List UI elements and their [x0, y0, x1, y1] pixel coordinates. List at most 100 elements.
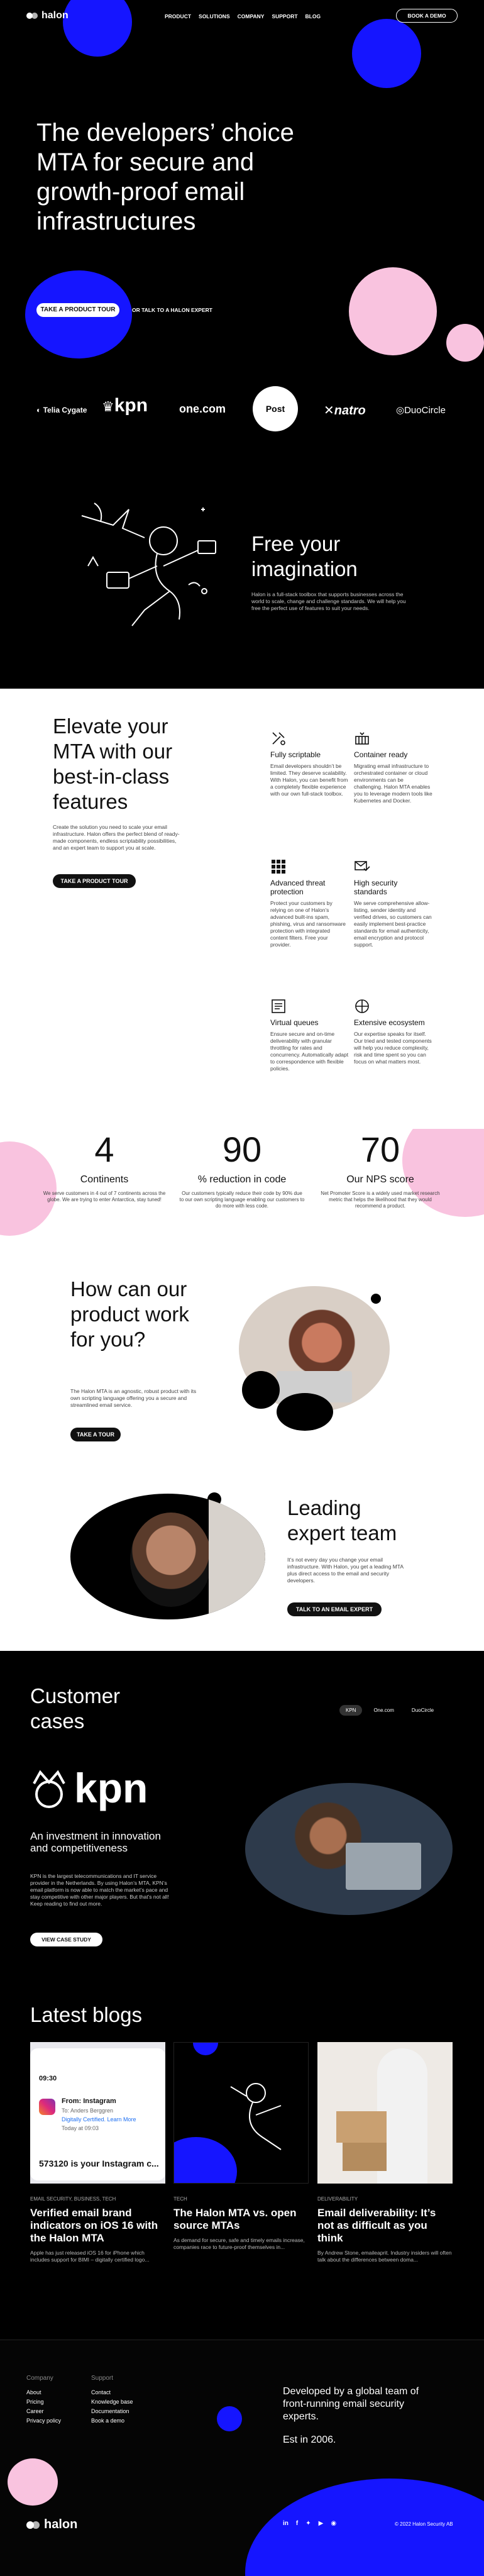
- box-shape: [336, 2111, 387, 2143]
- man-photo: [70, 1494, 265, 1619]
- mail-to: To: Anders Berggren: [62, 2107, 114, 2114]
- mail-date: Today at 09:03: [62, 2125, 99, 2131]
- mail-from: From: Instagram: [62, 2097, 116, 2105]
- footer-link-contact[interactable]: Contact: [91, 2388, 133, 2397]
- facebook-icon[interactable]: f: [296, 2520, 298, 2527]
- tab-onecom[interactable]: One.com: [367, 1705, 400, 1716]
- feature-desc: Ensure secure and on-time deliverability…: [270, 1031, 349, 1072]
- laptop-shape: [346, 1843, 421, 1890]
- crown-icon: ♛: [102, 399, 114, 414]
- feature-title: Extensive ecosystem: [354, 1018, 425, 1027]
- astronaut-illustration: [230, 2083, 282, 2150]
- feature-title: Fully scriptable: [270, 750, 321, 759]
- blog-category: DELIVERABILITY: [317, 2196, 358, 2202]
- footer-link-knowledge[interactable]: Knowledge base: [91, 2397, 133, 2407]
- logo-icon: [26, 13, 38, 19]
- crown-icon: [33, 1770, 65, 1808]
- tab-duocircle[interactable]: DuoCircle: [405, 1705, 440, 1716]
- tab-kpn[interactable]: KPN: [339, 1705, 363, 1716]
- case-logo-text: kpn: [74, 1765, 148, 1811]
- decor-blob: [63, 0, 132, 57]
- astronaut-illustration: [81, 502, 216, 626]
- feature-title: High security standards: [354, 879, 398, 896]
- nav-item-product[interactable]: PRODUCT: [165, 13, 191, 19]
- feature-desc: Protect your customers by relying on one…: [270, 900, 346, 948]
- instagram-icon: [39, 2099, 55, 2115]
- blog-card[interactable]: TECH The Halon MTA vs. open source MTAs …: [173, 2042, 309, 2251]
- features-section: Elevate your MTA with our best-in-class …: [0, 689, 484, 1129]
- footer: Company About Pricing Career Privacy pol…: [0, 2340, 484, 2576]
- blog-image: [173, 2042, 309, 2184]
- team-desc: It’s not every day you change your email…: [287, 1557, 404, 1584]
- logo-text: halon: [41, 10, 69, 21]
- decor-blob: [217, 2406, 242, 2431]
- work-title: How can our product work for you?: [70, 1277, 189, 1351]
- features-tour-button[interactable]: TAKE A PRODUCT TOUR: [53, 874, 136, 888]
- logo-duocircle: ◎DuoCircle: [396, 405, 446, 416]
- footer-link-career[interactable]: Career: [26, 2407, 61, 2416]
- case-photo: [245, 1783, 453, 1915]
- logo-post: Post: [253, 386, 298, 431]
- logo-text: halon: [44, 2518, 78, 2531]
- footer-est: Est in 2006.: [283, 2434, 336, 2445]
- footer-logo[interactable]: halon: [26, 2518, 77, 2532]
- footer-link-privacy[interactable]: Privacy policy: [26, 2416, 61, 2426]
- decor-blob: [245, 2479, 484, 2576]
- twitter-icon[interactable]: ✦: [305, 2520, 311, 2527]
- footer-link-about[interactable]: About: [26, 2388, 61, 2397]
- blog-card[interactable]: DELIVERABILITY Email deliverability: It’…: [317, 2042, 453, 2263]
- work-desc: The Halon MTA is an agnostic, robust pro…: [70, 1388, 197, 1408]
- youtube-icon[interactable]: ▶: [319, 2520, 324, 2527]
- talk-expert-link[interactable]: OR TALK TO A HALON EXPERT: [132, 307, 212, 313]
- mail-cert: Digitally Certified. Learn More: [62, 2116, 136, 2123]
- stat-label: Continents: [80, 1174, 129, 1185]
- telia-icon: ◐: [36, 406, 43, 414]
- ecosystem-icon: [355, 999, 369, 1013]
- phone-mock: 09:30 From: Instagram To: Anders Berggre…: [30, 2048, 165, 2180]
- stat-number: 90: [222, 1130, 262, 1169]
- blog-desc: Apple has just released iOS 16 for iPhon…: [30, 2250, 150, 2263]
- nav-item-solutions[interactable]: SOLUTIONS: [199, 13, 230, 19]
- blog-title: Verified email brand indicators on iOS 1…: [30, 2207, 158, 2244]
- feature-container-ready: Container ready Migrating email infrastr…: [354, 730, 432, 804]
- footer-link-demo[interactable]: Book a demo: [91, 2416, 133, 2426]
- take-tour-button[interactable]: TAKE A TOUR: [70, 1428, 121, 1441]
- box-shape: [343, 2143, 387, 2171]
- decor-blob: [446, 324, 484, 362]
- queue-icon: [272, 999, 285, 1013]
- nav-item-company[interactable]: COMPANY: [238, 13, 265, 19]
- footer-heading: Support: [91, 2375, 114, 2382]
- feature-desc: Migrating email infrastructure to orches…: [354, 763, 432, 804]
- logo-natro: ✕natro: [324, 404, 366, 418]
- photo-bg: [209, 1494, 265, 1619]
- book-demo-button[interactable]: BOOK A DEMO: [396, 9, 458, 23]
- stat-desc: Our customers typically reduce their cod…: [179, 1191, 305, 1209]
- view-case-button[interactable]: VIEW CASE STUDY: [30, 1933, 102, 1946]
- imagination-title: Free your imagination: [251, 532, 358, 580]
- feature-title: Container ready: [354, 750, 408, 759]
- logo-icon: [26, 2521, 40, 2529]
- product-tour-button[interactable]: TAKE A PRODUCT TOUR: [36, 303, 119, 317]
- stat-desc: Net Promoter Score is a widely used mark…: [321, 1191, 440, 1209]
- feature-desc: Email developers shouldn’t be limited. T…: [270, 763, 348, 797]
- nav-item-support[interactable]: SUPPORT: [272, 13, 297, 19]
- footer-link-pricing[interactable]: Pricing: [26, 2397, 61, 2407]
- case-desc: KPN is the largest telecommunications an…: [30, 1873, 169, 1907]
- feature-ecosystem: Extensive ecosystem Our expertise speaks…: [354, 998, 432, 1065]
- imagination-desc: Halon is a full-stack toolbox that suppo…: [251, 591, 406, 611]
- logo[interactable]: halon: [26, 10, 69, 21]
- footer-link-docs[interactable]: Documentation: [91, 2407, 133, 2416]
- decor-blob: [8, 2458, 58, 2506]
- github-icon[interactable]: ◉: [331, 2520, 336, 2527]
- duocircle-icon: ◎: [396, 405, 405, 416]
- tools-icon: [272, 732, 285, 745]
- linkedin-icon[interactable]: in: [283, 2520, 289, 2527]
- logo-kpn: ♛kpn: [102, 395, 148, 416]
- nav-item-blog[interactable]: BLOG: [305, 13, 321, 19]
- blog-category: TECH: [173, 2196, 187, 2202]
- blog-card[interactable]: 09:30 From: Instagram To: Anders Berggre…: [30, 2042, 165, 2263]
- decor-blob: [371, 1294, 381, 1304]
- feature-fully-scriptable: Fully scriptable Email developers should…: [270, 730, 349, 797]
- talk-expert-button[interactable]: TALK TO AN EMAIL EXPERT: [287, 1602, 382, 1616]
- decor-blob: [349, 267, 437, 355]
